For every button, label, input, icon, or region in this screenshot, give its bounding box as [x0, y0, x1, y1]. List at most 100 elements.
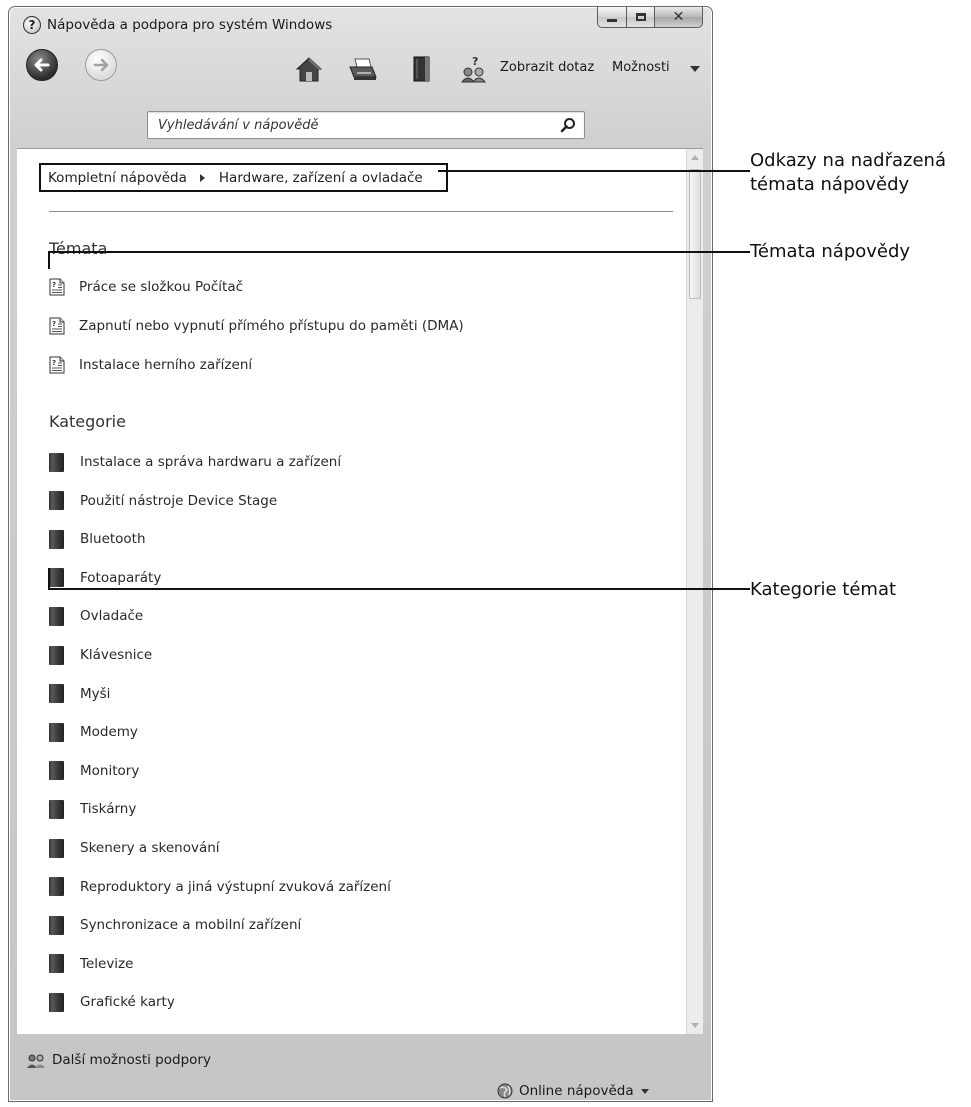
- category-label: Televize: [80, 955, 134, 972]
- category-link[interactable]: Myši: [49, 684, 110, 704]
- support-link[interactable]: Další možnosti podpory: [25, 1051, 211, 1069]
- svg-text:?: ?: [52, 281, 56, 289]
- book-icon: [49, 992, 64, 1012]
- callout-breadcrumb-line1: Odkazy na nadřazená: [750, 150, 946, 171]
- close-button[interactable]: ✕: [655, 7, 703, 28]
- svg-text:?: ?: [52, 359, 56, 367]
- scroll-thumb[interactable]: [689, 169, 701, 299]
- forward-button[interactable]: [85, 49, 117, 81]
- topic-link[interactable]: ? Práce se složkou Počítač: [49, 277, 243, 297]
- category-link[interactable]: Synchronizace a mobilní zařízení: [49, 915, 301, 935]
- categories-heading: Kategorie: [49, 412, 126, 431]
- forward-icon: [93, 58, 109, 72]
- globe-icon: [497, 1083, 513, 1099]
- window-controls: ✕: [597, 7, 703, 28]
- options-button[interactable]: Možnosti: [612, 60, 670, 75]
- search-icon[interactable]: [560, 117, 576, 133]
- topic-icon: ?: [49, 278, 65, 296]
- category-label: Modemy: [80, 724, 138, 741]
- back-button[interactable]: [26, 49, 58, 81]
- online-help-dropdown[interactable]: Online nápověda: [497, 1083, 649, 1099]
- category-label: Tiskárny: [80, 801, 137, 818]
- book-icon: [49, 452, 64, 472]
- category-link[interactable]: Grafické karty: [49, 992, 175, 1012]
- book-icon: [49, 606, 64, 626]
- topic-icon: ?: [49, 317, 65, 335]
- category-label: Bluetooth: [80, 531, 146, 548]
- support-icon: [27, 1054, 45, 1068]
- book-icon: [49, 645, 64, 665]
- support-label: Další možnosti podpory: [52, 1052, 211, 1068]
- browse-help-icon[interactable]: [407, 55, 437, 83]
- topic-link[interactable]: ? Zapnutí nebo vypnutí přímého přístupu d…: [49, 316, 464, 336]
- minimize-button[interactable]: [597, 7, 627, 28]
- book-icon: [49, 954, 64, 974]
- search-box: [147, 111, 585, 139]
- category-link[interactable]: Reproduktory a jiná výstupní zvuková zař…: [49, 877, 391, 897]
- ask-button[interactable]: Zobrazit dotaz: [500, 60, 594, 75]
- print-icon[interactable]: [347, 55, 377, 83]
- topic-icon: ?: [49, 356, 65, 374]
- breadcrumb: Kompletní nápověda Hardware, zařízení a …: [39, 163, 448, 192]
- online-help-label: Online nápověda: [519, 1083, 634, 1099]
- svg-text:?: ?: [52, 320, 56, 328]
- status-bar: Další možnosti podpory Online nápověda: [9, 1039, 712, 1103]
- svg-text:?: ?: [472, 55, 478, 68]
- category-label: Grafické karty: [80, 994, 175, 1011]
- topic-label: Instalace herního zařízení: [79, 357, 253, 373]
- category-label: Myši: [80, 685, 111, 702]
- topic-label: Zapnutí nebo vypnutí přímého přístupu do…: [79, 318, 464, 334]
- breadcrumb-link-home[interactable]: Kompletní nápověda: [48, 170, 187, 186]
- title-bar: ? Nápověda a podpora pro systém Windows …: [9, 7, 712, 41]
- category-link[interactable]: Monitory: [49, 761, 139, 781]
- maximize-icon: [635, 13, 646, 21]
- book-icon: [49, 799, 64, 819]
- callout-line-topics-vert: [48, 252, 50, 269]
- breadcrumb-link-hardware[interactable]: Hardware, zařízení a ovladače: [219, 170, 423, 186]
- divider: [49, 211, 673, 212]
- chevron-down-icon: [640, 1088, 649, 1094]
- callout-categories: Kategorie témat: [750, 579, 897, 600]
- home-icon[interactable]: [294, 55, 324, 83]
- category-label: Monitory: [80, 762, 140, 779]
- callout-line-topics: [48, 251, 750, 253]
- chevron-down-icon[interactable]: [690, 66, 700, 72]
- back-icon: [34, 58, 50, 72]
- category-link[interactable]: Ovladače: [49, 606, 143, 626]
- search-input[interactable]: [156, 115, 536, 135]
- category-link[interactable]: Skenery a skenování: [49, 838, 220, 858]
- category-link[interactable]: Instalace a správa hardwaru a zařízení: [49, 452, 341, 472]
- maximize-button[interactable]: [627, 7, 655, 28]
- category-link[interactable]: Modemy: [49, 722, 138, 742]
- callout-line-breadcrumb: [438, 170, 750, 172]
- help-icon: ?: [23, 16, 41, 34]
- callout-breadcrumb: Odkazy na nadřazená témata nápovědy: [750, 149, 946, 197]
- topics-heading: Témata: [49, 239, 108, 258]
- callout-topics: Témata nápovědy: [750, 241, 911, 262]
- category-label: Ovladače: [80, 608, 144, 625]
- category-link[interactable]: Klávesnice: [49, 645, 152, 665]
- book-icon: [49, 722, 64, 742]
- category-label: Použití nástroje Device Stage: [80, 492, 278, 509]
- ask-icon[interactable]: ?: [459, 55, 489, 83]
- topic-link[interactable]: ? Instalace herního zařízení: [49, 355, 252, 375]
- topic-label: Práce se složkou Počítač: [79, 279, 244, 295]
- book-icon: [49, 838, 64, 858]
- close-icon: ✕: [672, 9, 685, 25]
- category-link[interactable]: Bluetooth: [49, 529, 146, 549]
- scrollbar[interactable]: [686, 149, 703, 1034]
- callout-line-categories-vert: [48, 568, 50, 589]
- category-link[interactable]: Fotoaparáty: [49, 568, 161, 588]
- scroll-up-icon[interactable]: [691, 155, 699, 160]
- category-label: Instalace a správa hardwaru a zařízení: [80, 454, 342, 470]
- category-link[interactable]: Tiskárny: [49, 799, 136, 819]
- category-label: Synchronizace a mobilní zařízení: [80, 917, 302, 934]
- category-link[interactable]: Použití nástroje Device Stage: [49, 491, 277, 511]
- minimize-icon: [607, 18, 617, 22]
- breadcrumb-separator-icon: [199, 173, 205, 182]
- category-link[interactable]: Televize: [49, 954, 133, 974]
- book-icon: [49, 684, 64, 704]
- scroll-down-icon[interactable]: [691, 1023, 699, 1028]
- book-icon: [49, 915, 64, 935]
- book-icon: [49, 761, 64, 781]
